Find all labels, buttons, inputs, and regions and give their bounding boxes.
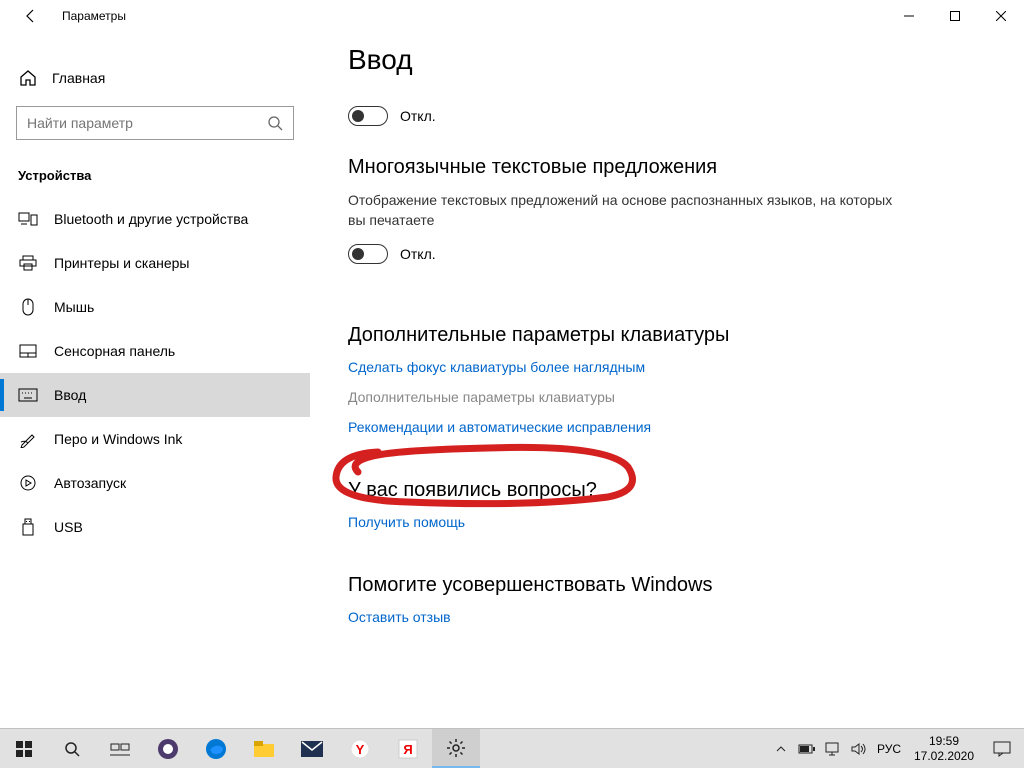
main-panel: Ввод Откл. Многоязычные текстовые предло… xyxy=(310,32,1024,728)
usb-icon xyxy=(18,517,38,537)
link-get-help[interactable]: Получить помощь xyxy=(348,514,994,530)
taskbar-search[interactable] xyxy=(48,729,96,768)
section-feedback: Помогите усовершенствовать Windows xyxy=(348,574,994,597)
system-tray: РУС 19:59 17.02.2020 xyxy=(768,729,1024,768)
search-box[interactable] xyxy=(16,106,294,140)
nav-autoplay[interactable]: Автозапуск xyxy=(0,461,310,505)
nav-touchpad[interactable]: Сенсорная панель xyxy=(0,329,310,373)
tray-battery-icon[interactable] xyxy=(794,743,820,755)
taskbar-app-explorer[interactable] xyxy=(240,729,288,768)
nav-printers[interactable]: Принтеры и сканеры xyxy=(0,241,310,285)
window-title: Параметры xyxy=(62,9,126,23)
start-button[interactable] xyxy=(0,729,48,768)
nav-label: Ввод xyxy=(54,387,86,403)
printer-icon xyxy=(18,253,38,273)
nav-usb[interactable]: USB xyxy=(0,505,310,549)
nav-mouse[interactable]: Мышь xyxy=(0,285,310,329)
touchpad-icon xyxy=(18,341,38,361)
taskbar-app-yandex-y[interactable]: Y xyxy=(336,729,384,768)
nav-label: Автозапуск xyxy=(54,475,126,491)
sidebar: Главная Устройства Bluetooth и другие ус… xyxy=(0,32,310,728)
nav-bluetooth[interactable]: Bluetooth и другие устройства xyxy=(0,197,310,241)
nav-pen[interactable]: Перо и Windows Ink xyxy=(0,417,310,461)
link-advanced-keyboard[interactable]: Дополнительные параметры клавиатуры xyxy=(348,389,994,405)
tray-volume-icon[interactable] xyxy=(846,742,872,756)
nav-label: Bluetooth и другие устройства xyxy=(54,211,248,227)
nav-label: Мышь xyxy=(54,299,94,315)
taskbar-app-yandex-circle[interactable] xyxy=(144,729,192,768)
nav-label: Сенсорная панель xyxy=(54,343,175,359)
taskbar-app-yandex-square[interactable]: Я xyxy=(384,729,432,768)
tray-notifications-icon[interactable] xyxy=(982,741,1022,757)
nav-label: Принтеры и сканеры xyxy=(54,255,189,271)
minimize-button[interactable] xyxy=(886,0,932,32)
search-icon xyxy=(265,115,285,131)
devices-icon xyxy=(18,209,38,229)
page-title: Ввод xyxy=(348,44,994,76)
maximize-button[interactable] xyxy=(932,0,978,32)
nav-label: Перо и Windows Ink xyxy=(54,431,182,447)
toggle-multilingual-label: Откл. xyxy=(400,246,436,262)
svg-text:Y: Y xyxy=(356,742,365,757)
tray-chevron-icon[interactable] xyxy=(768,744,794,754)
autoplay-icon xyxy=(18,473,38,493)
svg-text:Я: Я xyxy=(403,742,412,757)
section-keyboard: Дополнительные параметры клавиатуры xyxy=(348,324,994,347)
taskbar-app-edge[interactable] xyxy=(192,729,240,768)
taskbar-app-settings[interactable] xyxy=(432,729,480,768)
taskbar: Y Я РУС 19:59 17.02.2020 xyxy=(0,728,1024,768)
taskbar-app-mail[interactable] xyxy=(288,729,336,768)
mouse-icon xyxy=(18,297,38,317)
multilingual-desc: Отображение текстовых предложений на осн… xyxy=(348,191,908,230)
toggle-multilingual[interactable] xyxy=(348,244,388,264)
section-multilingual: Многоязычные текстовые предложения xyxy=(348,156,994,179)
back-button[interactable] xyxy=(18,3,44,29)
home-label: Главная xyxy=(52,70,105,86)
toggle-1[interactable] xyxy=(348,106,388,126)
nav-typing[interactable]: Ввод xyxy=(0,373,310,417)
tray-time: 19:59 xyxy=(906,734,982,748)
home-icon xyxy=(18,68,38,88)
tray-language[interactable]: РУС xyxy=(872,742,906,756)
home-nav[interactable]: Главная xyxy=(0,62,310,94)
tray-date: 17.02.2020 xyxy=(906,749,982,763)
tray-clock[interactable]: 19:59 17.02.2020 xyxy=(906,734,982,763)
nav-label: USB xyxy=(54,519,83,535)
search-input[interactable] xyxy=(27,115,265,131)
keyboard-icon xyxy=(18,385,38,405)
section-questions: У вас появились вопросы? xyxy=(348,479,994,502)
link-keyboard-focus[interactable]: Сделать фокус клавиатуры более наглядным xyxy=(348,359,994,375)
toggle-1-label: Откл. xyxy=(400,108,436,124)
link-recommendations[interactable]: Рекомендации и автоматические исправлени… xyxy=(348,419,994,435)
tray-network-icon[interactable] xyxy=(820,742,846,756)
category-heading: Устройства xyxy=(0,158,310,197)
link-feedback[interactable]: Оставить отзыв xyxy=(348,609,994,625)
task-view-button[interactable] xyxy=(96,729,144,768)
close-button[interactable] xyxy=(978,0,1024,32)
pen-icon xyxy=(18,429,38,449)
